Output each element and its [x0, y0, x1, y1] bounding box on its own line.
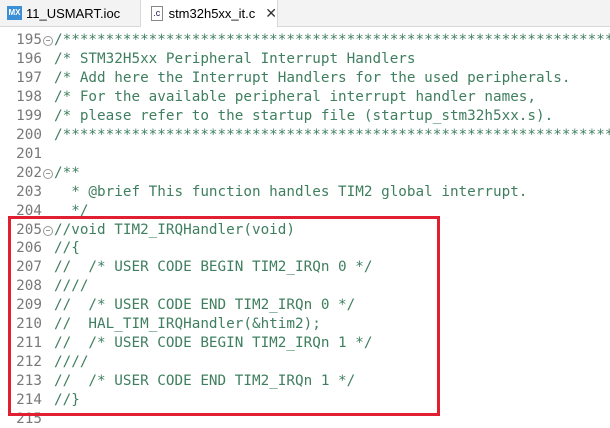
highlight-box	[8, 216, 440, 416]
line-number: 199	[16, 107, 42, 124]
code-line[interactable]: 195−/***********************************…	[0, 31, 610, 50]
code-line[interactable]: 199 /* please refer to the startup file (…	[0, 107, 610, 126]
editor-tab-bar: MX 11_USMART.ioc .c stm32h5xx_it.c ✕	[0, 0, 610, 27]
tab-label: 11_USMART.ioc	[26, 5, 121, 21]
code-line[interactable]: 203 * @brief This function handles TIM2 …	[0, 183, 610, 202]
code-line[interactable]: 201	[0, 145, 610, 164]
code-line[interactable]: 196 /* STM32H5xx Peripheral Interrupt Han…	[0, 50, 610, 69]
line-number: 196	[16, 50, 42, 67]
code-line[interactable]: 197 /* Add here the Interrupt Handlers fo…	[0, 69, 610, 88]
line-number: 197	[16, 69, 42, 86]
mx-file-icon: MX	[7, 6, 22, 20]
code-text: /* STM32H5xx Peripheral Interrupt Handle…	[54, 50, 416, 67]
code-line[interactable]: 198 /* For the available peripheral inter…	[0, 88, 610, 107]
code-text: /* Add here the Interrupt Handlers for t…	[54, 69, 571, 86]
fold-toggle-icon[interactable]: −	[43, 36, 53, 46]
code-line[interactable]: 202−/**	[0, 164, 610, 183]
tab-stm32h5xx-it-c[interactable]: .c stm32h5xx_it.c ✕	[140, 0, 278, 27]
line-number: 203	[16, 183, 42, 200]
line-number: 198	[16, 88, 42, 105]
c-file-icon: .c	[151, 6, 163, 21]
code-text: /***************************************…	[54, 126, 610, 143]
tab-label: stm32h5xx_it.c	[168, 6, 256, 21]
line-number: 200	[16, 126, 42, 143]
line-number: 195	[16, 32, 42, 48]
code-line[interactable]: 200 /************************************…	[0, 126, 610, 145]
code-text: * @brief This function handles TIM2 glob…	[54, 183, 528, 200]
code-text: /* please refer to the startup file (sta…	[54, 107, 554, 124]
code-text: /* For the available peripheral interrup…	[54, 88, 537, 105]
line-number: 201	[16, 145, 42, 162]
code-text: /***************************************…	[54, 32, 610, 48]
fold-toggle-icon[interactable]: −	[43, 168, 53, 179]
line-number: 202	[16, 164, 42, 181]
close-icon[interactable]: ✕	[265, 5, 277, 22]
code-text: /**	[54, 164, 80, 181]
tab-ioc[interactable]: MX 11_USMART.ioc	[0, 0, 135, 26]
